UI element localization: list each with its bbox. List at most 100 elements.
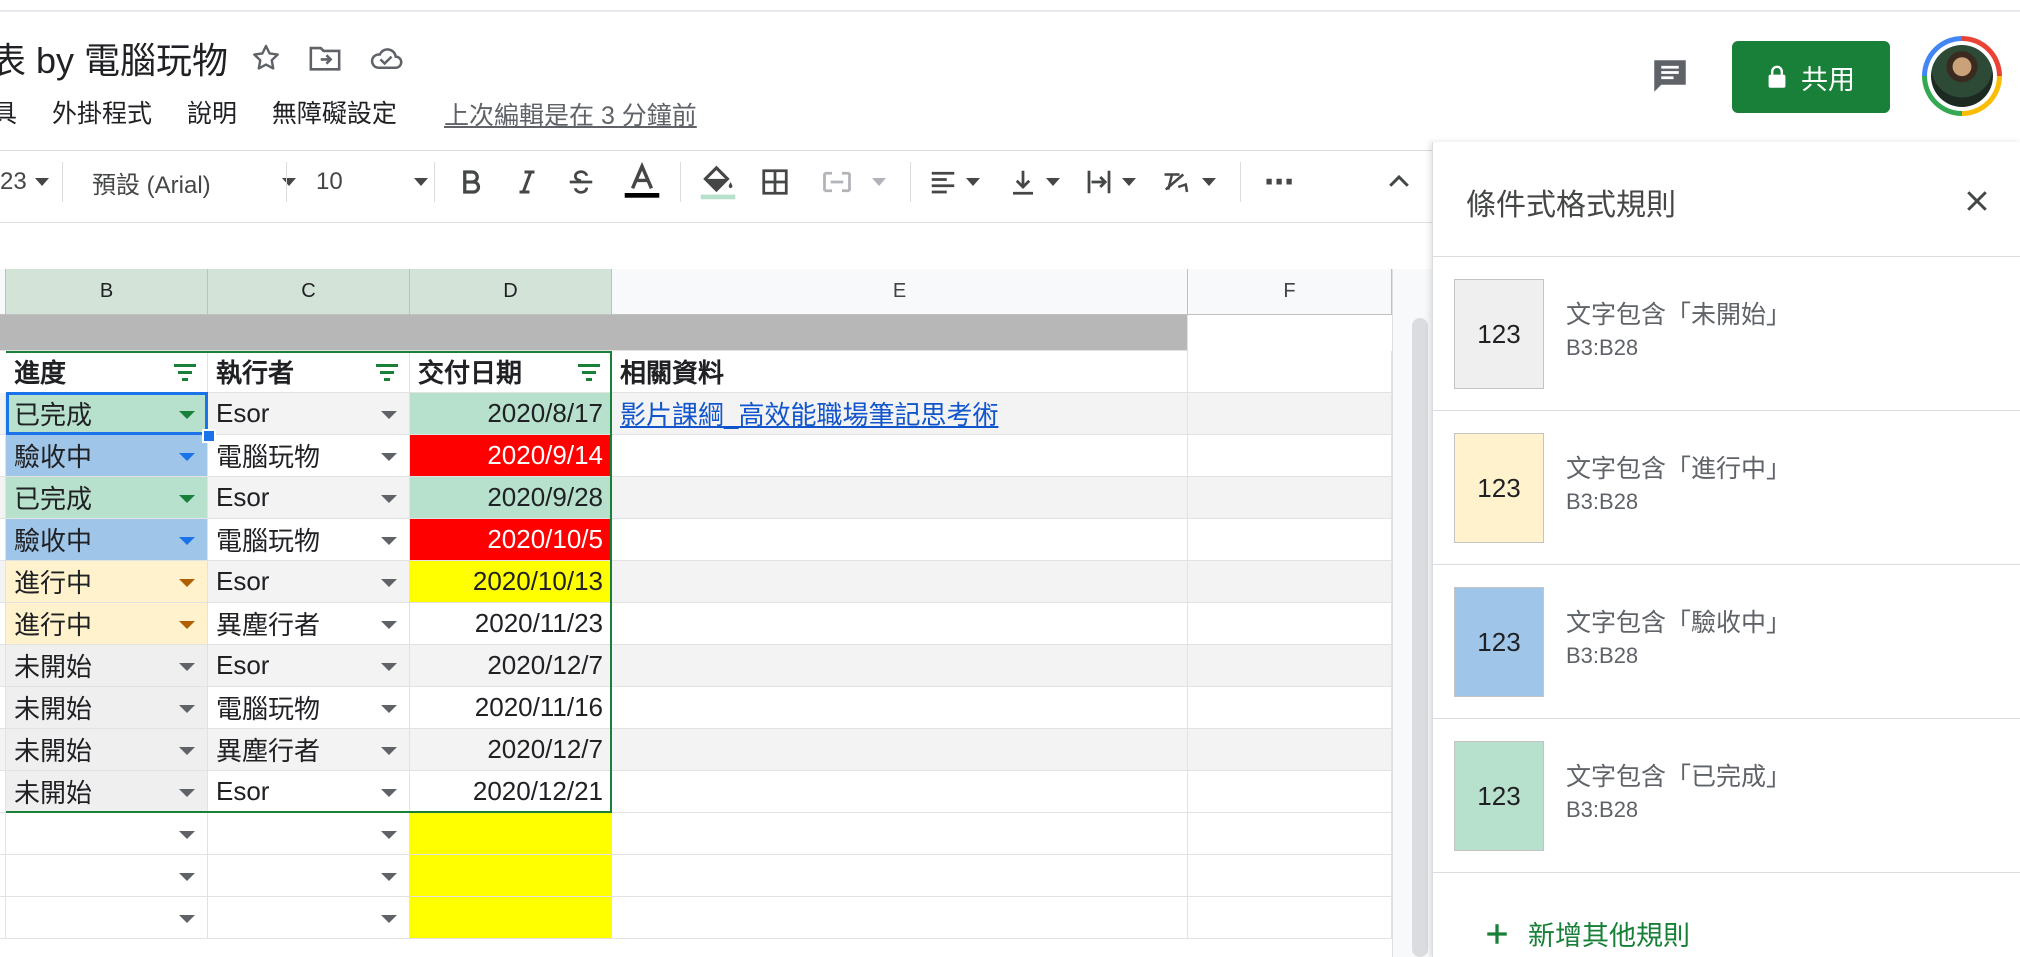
close-icon[interactable] bbox=[1962, 186, 1992, 216]
cell-f[interactable] bbox=[1188, 477, 1392, 519]
title-band-cell[interactable] bbox=[0, 315, 1188, 351]
formula-bar[interactable] bbox=[0, 222, 1432, 270]
column-header-b[interactable]: B bbox=[6, 269, 208, 315]
status-dropdown-icon[interactable] bbox=[179, 536, 195, 545]
merge-cells-icon[interactable] bbox=[820, 160, 886, 204]
date-cell[interactable]: 2020/8/17 bbox=[410, 393, 612, 435]
last-edit-link[interactable]: 上次編輯是在 3 分鐘前 bbox=[444, 96, 697, 132]
status-dropdown-icon[interactable] bbox=[179, 914, 195, 923]
cell-f[interactable] bbox=[1188, 855, 1392, 897]
owner-cell[interactable]: 電腦玩物 bbox=[208, 519, 410, 561]
font-size-dropdown[interactable]: 10 bbox=[316, 160, 428, 204]
date-cell[interactable]: 2020/12/21 bbox=[410, 771, 612, 813]
owner-cell[interactable] bbox=[208, 855, 410, 897]
related-info-link[interactable]: 影片課綱_高效能職場筆記思考術 bbox=[612, 395, 998, 432]
add-rule-button[interactable]: 新增其他規則 bbox=[1484, 914, 1690, 953]
vertical-scrollbar-thumb[interactable] bbox=[1412, 318, 1428, 957]
strikethrough-icon[interactable] bbox=[566, 160, 596, 204]
cell-f[interactable] bbox=[1188, 813, 1392, 855]
owner-dropdown-icon[interactable] bbox=[381, 536, 397, 545]
font-family-dropdown[interactable]: 預設 (Arial) bbox=[92, 160, 296, 204]
related-info-cell[interactable] bbox=[612, 687, 1188, 729]
owner-dropdown-icon[interactable] bbox=[381, 578, 397, 587]
text-color-icon[interactable] bbox=[620, 160, 664, 204]
related-info-cell[interactable] bbox=[612, 645, 1188, 687]
status-cell[interactable] bbox=[6, 813, 208, 855]
header-cell[interactable]: 交付日期 bbox=[410, 351, 612, 393]
status-dropdown-icon[interactable] bbox=[179, 662, 195, 671]
text-rotation-icon[interactable] bbox=[1160, 160, 1216, 204]
menu-item-addons[interactable]: 外掛程式 bbox=[52, 100, 152, 128]
related-info-cell[interactable] bbox=[612, 603, 1188, 645]
related-info-cell[interactable] bbox=[612, 771, 1188, 813]
status-cell[interactable]: 未開始 bbox=[6, 687, 208, 729]
related-info-cell[interactable]: 影片課綱_高效能職場筆記思考術 bbox=[612, 393, 1188, 435]
related-info-cell[interactable] bbox=[612, 729, 1188, 771]
owner-cell[interactable]: Esor bbox=[208, 393, 410, 435]
borders-icon[interactable] bbox=[760, 160, 790, 204]
column-header-e[interactable]: E bbox=[612, 269, 1188, 315]
owner-cell[interactable]: Esor bbox=[208, 771, 410, 813]
date-cell[interactable]: 2020/11/23 bbox=[410, 603, 612, 645]
date-cell[interactable]: 2020/9/14 bbox=[410, 435, 612, 477]
status-dropdown-icon[interactable] bbox=[179, 872, 195, 881]
owner-cell[interactable]: 電腦玩物 bbox=[208, 435, 410, 477]
owner-cell[interactable]: Esor bbox=[208, 561, 410, 603]
owner-cell[interactable]: 異塵行者 bbox=[208, 729, 410, 771]
related-info-cell[interactable] bbox=[612, 435, 1188, 477]
filter-icon[interactable] bbox=[375, 363, 399, 381]
number-format-dropdown[interactable]: 23 bbox=[0, 160, 49, 204]
owner-cell[interactable]: Esor bbox=[208, 645, 410, 687]
owner-cell[interactable] bbox=[208, 897, 410, 939]
related-info-cell[interactable] bbox=[612, 897, 1188, 939]
related-info-cell[interactable] bbox=[612, 519, 1188, 561]
cell-f[interactable] bbox=[1188, 771, 1392, 813]
status-cell[interactable]: 未開始 bbox=[6, 645, 208, 687]
owner-dropdown-icon[interactable] bbox=[381, 662, 397, 671]
date-cell[interactable]: 2020/10/13 bbox=[410, 561, 612, 603]
owner-dropdown-icon[interactable] bbox=[381, 452, 397, 461]
bold-icon[interactable] bbox=[456, 160, 486, 204]
status-cell[interactable]: 已完成 bbox=[6, 393, 208, 435]
status-dropdown-icon[interactable] bbox=[179, 830, 195, 839]
owner-cell[interactable] bbox=[208, 813, 410, 855]
filter-icon[interactable] bbox=[173, 363, 197, 381]
status-cell[interactable]: 未開始 bbox=[6, 729, 208, 771]
horizontal-align-icon[interactable] bbox=[928, 160, 980, 204]
date-cell[interactable]: 2020/10/5 bbox=[410, 519, 612, 561]
star-icon[interactable] bbox=[248, 40, 284, 76]
header-cell[interactable]: 相關資料 bbox=[612, 351, 1188, 393]
date-cell[interactable] bbox=[410, 855, 612, 897]
header-cell[interactable] bbox=[1188, 351, 1392, 393]
date-cell[interactable]: 2020/9/28 bbox=[410, 477, 612, 519]
status-cell[interactable]: 驗收中 bbox=[6, 435, 208, 477]
cell-f[interactable] bbox=[1188, 393, 1392, 435]
header-cell[interactable]: 執行者 bbox=[208, 351, 410, 393]
date-cell[interactable] bbox=[410, 813, 612, 855]
cell-f[interactable] bbox=[1188, 645, 1392, 687]
more-options-icon[interactable]: ⋯ bbox=[1264, 160, 1294, 204]
date-cell[interactable]: 2020/12/7 bbox=[410, 729, 612, 771]
filter-icon[interactable] bbox=[577, 363, 601, 381]
owner-dropdown-icon[interactable] bbox=[381, 788, 397, 797]
collapse-toolbar-icon[interactable] bbox=[1384, 160, 1414, 204]
menu-item-accessibility[interactable]: 無障礙設定 bbox=[272, 100, 397, 128]
date-cell[interactable]: 2020/11/16 bbox=[410, 687, 612, 729]
header-cell[interactable]: 進度 bbox=[6, 351, 208, 393]
owner-dropdown-icon[interactable] bbox=[381, 620, 397, 629]
owner-dropdown-icon[interactable] bbox=[381, 410, 397, 419]
italic-icon[interactable] bbox=[512, 160, 542, 204]
cell-f[interactable] bbox=[1188, 561, 1392, 603]
status-dropdown-icon[interactable] bbox=[179, 452, 195, 461]
column-header-c[interactable]: C bbox=[208, 269, 410, 315]
menu-item-help[interactable]: 說明 bbox=[187, 100, 237, 128]
owner-cell[interactable]: 異塵行者 bbox=[208, 603, 410, 645]
owner-dropdown-icon[interactable] bbox=[381, 704, 397, 713]
format-rule-item[interactable]: 123 文字包含「驗收中」 B3:B28 bbox=[1432, 565, 2020, 719]
owner-cell[interactable]: 電腦玩物 bbox=[208, 687, 410, 729]
comment-history-icon[interactable] bbox=[1648, 54, 1692, 98]
cell-f[interactable] bbox=[1188, 435, 1392, 477]
status-dropdown-icon[interactable] bbox=[179, 746, 195, 755]
owner-dropdown-icon[interactable] bbox=[381, 872, 397, 881]
status-cell[interactable]: 驗收中 bbox=[6, 519, 208, 561]
